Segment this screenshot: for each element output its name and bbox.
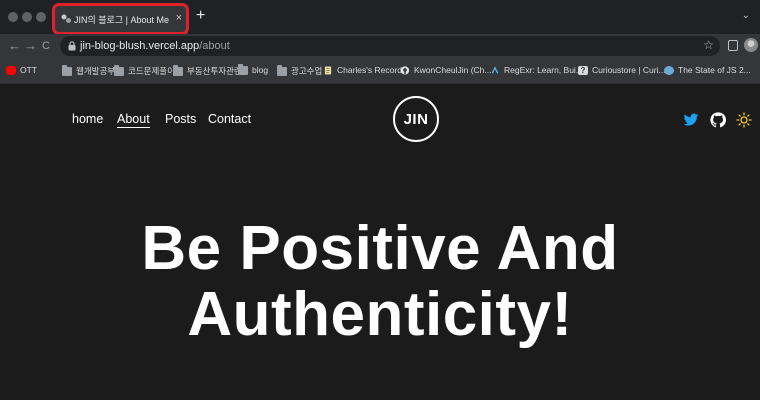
bookmark-code-problems[interactable]: 코드문제풀이 <box>114 64 175 77</box>
bookmarks-bar: OTT 웹개발공부 코드문제풀이 부동산투자관련 blog 광고수업 Charl… <box>0 58 760 84</box>
nav-home[interactable]: home <box>72 112 103 126</box>
bookmark-github-profile[interactable]: KwonCheulJin (Ch... <box>400 65 491 75</box>
bookmark-label: KwonCheulJin (Ch... <box>414 65 492 75</box>
page-icon <box>324 65 332 75</box>
js-icon <box>664 65 674 75</box>
back-button[interactable]: ← <box>8 37 21 55</box>
bookmark-charles-record[interactable]: Charles's Record <box>323 65 402 75</box>
bookmark-regexr[interactable]: RegExr: Learn, Bui... <box>490 65 583 75</box>
window-zoom-control[interactable] <box>36 12 46 22</box>
bookmark-star-icon[interactable]: ☆ <box>703 38 714 52</box>
folder-icon <box>62 64 72 76</box>
youtube-icon <box>6 65 16 75</box>
new-tab-button[interactable]: + <box>196 8 205 24</box>
nav-about[interactable]: About <box>117 112 150 128</box>
profile-favicon-icon <box>61 14 71 23</box>
bookmark-realestate[interactable]: 부동산투자관련 <box>173 64 242 77</box>
bookmark-label: Curioustore | Curi... <box>592 65 666 75</box>
address-bar[interactable]: jin-blog-blush.vercel.app/about ☆ <box>60 36 720 56</box>
bookmark-label: The State of JS 2... <box>678 65 751 75</box>
lock-icon <box>68 41 76 51</box>
nav-contact[interactable]: Contact <box>208 112 251 126</box>
forward-button[interactable]: → <box>24 37 37 55</box>
bookmark-blog[interactable]: blog <box>238 63 269 75</box>
bookmark-curioustore[interactable]: ? Curioustore | Curi... <box>578 65 666 75</box>
folder-icon <box>114 64 124 76</box>
question-icon: ? <box>578 65 588 75</box>
window-minimize-control[interactable] <box>22 12 32 22</box>
github-icon[interactable] <box>710 112 726 128</box>
bookmark-ott[interactable]: OTT <box>6 65 37 75</box>
bookmark-label: blog <box>252 65 269 75</box>
bookmark-ad-class[interactable]: 광고수업 <box>277 64 323 77</box>
tab-title: JIN의 블로그 | About Me <box>74 15 169 25</box>
bookmark-label: 광고수업 <box>291 66 323 76</box>
nav-posts[interactable]: Posts <box>165 112 196 126</box>
side-panel-icon[interactable] <box>728 40 738 51</box>
bookmark-label: Charles's Record <box>337 65 402 75</box>
bookmark-label: 부동산투자관련 <box>187 66 242 76</box>
regexr-icon <box>491 65 499 73</box>
reload-button[interactable]: C <box>42 37 50 55</box>
profile-avatar[interactable] <box>744 38 758 52</box>
bookmark-label: OTT <box>20 65 37 75</box>
browser-tab-active[interactable]: JIN의 블로그 | About Me × <box>54 4 188 34</box>
hero-line-2: Authenticity! <box>187 280 573 349</box>
site-logo[interactable]: JIN <box>393 96 439 142</box>
folder-icon <box>238 63 248 75</box>
bookmark-label: RegExr: Learn, Bui... <box>504 65 583 75</box>
bookmark-label: 웹개발공부 <box>76 66 116 76</box>
folder-icon <box>277 64 287 76</box>
browser-tab-strip: JIN의 블로그 | About Me × + ⌄ <box>0 0 760 35</box>
page-content: home About Posts Contact JIN Be Positive… <box>0 84 760 400</box>
bookmark-webdev[interactable]: 웹개발공부 <box>62 64 116 77</box>
window-close-control[interactable] <box>8 12 18 22</box>
browser-toolbar: ← → C jin-blog-blush.vercel.app/about ☆ <box>0 34 760 58</box>
bookmark-label: 코드문제풀이 <box>128 66 175 76</box>
url-host: jin-blog-blush.vercel.app <box>80 40 200 52</box>
tab-search-icon[interactable]: ⌄ <box>742 10 750 21</box>
url-text: jin-blog-blush.vercel.app/about <box>80 40 230 52</box>
github-icon <box>400 65 410 75</box>
folder-icon <box>173 64 183 76</box>
hero-heading: Be Positive And Authenticity! <box>0 216 760 348</box>
hero-line-1: Be Positive And <box>141 214 619 283</box>
bookmark-state-of-js[interactable]: The State of JS 2... <box>664 65 751 75</box>
sun-icon[interactable] <box>736 112 752 128</box>
tab-close-icon[interactable]: × <box>176 11 182 25</box>
twitter-icon[interactable] <box>683 112 699 128</box>
url-path: /about <box>199 40 230 52</box>
